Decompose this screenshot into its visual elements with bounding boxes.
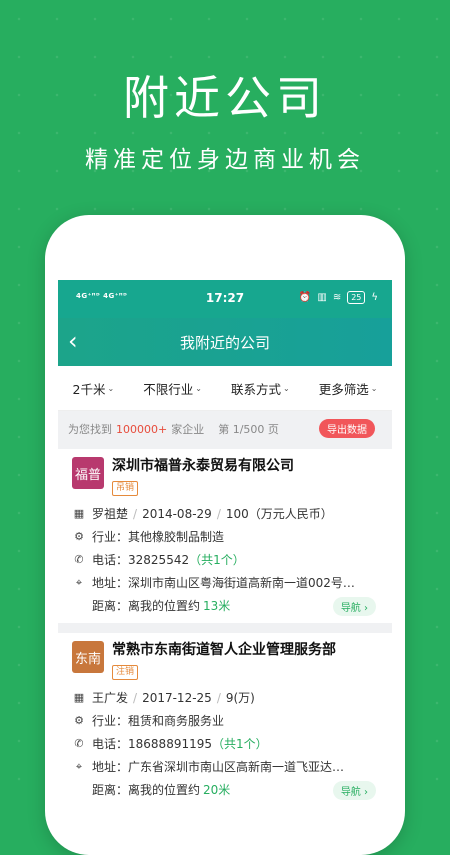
phone-value[interactable]: 18688891195 <box>128 737 212 751</box>
company-distance: 距离： 离我的位置约 13米 导航 › <box>72 594 378 617</box>
company-header: 福普 深圳市福普永泰贸易有限公司 吊销 <box>72 457 378 496</box>
company-address: ⌖ 地址： 深圳市南山区粤海街道高新南一道002号… <box>72 571 378 594</box>
industry-label: 行业： <box>92 530 129 544</box>
distance-text: 离我的位置约 <box>128 783 201 797</box>
filter-industry[interactable]: 不限行业 ⌄ <box>143 379 202 398</box>
vibrate-icon: ▥ <box>317 292 327 303</box>
filter-more[interactable]: 更多筛选 ⌄ <box>319 379 378 398</box>
result-summary: 为您找到 100000+ 家企业 第 1/500 页 导出数据 <box>58 411 392 447</box>
phone-label: 电话： <box>92 737 129 751</box>
alarm-icon: ⏰ <box>298 292 312 303</box>
phone-screen: 4G⁺ᴴᴰ 4G⁺ᴴᴰ 17:27 ⏰ ▥ ≋ 25 ϟ ‹ 我附近的公司 2千… <box>58 280 392 800</box>
distance-label: 距离： <box>92 599 129 613</box>
company-industry: ⚙ 行业： 其他橡胶制品制造 <box>72 525 378 548</box>
company-basic-info: ▦ 王广发 / 2017-12-25 / 9(万) <box>72 686 378 709</box>
phone-label: 电话： <box>92 553 129 567</box>
chevron-down-icon: ⌄ <box>283 383 290 393</box>
result-count: 100000+ <box>116 422 168 436</box>
building-person-icon: ▦ <box>73 507 85 520</box>
company-logo: 东南 <box>72 641 104 673</box>
status-badge: 吊销 <box>112 481 139 496</box>
distance-value: 13米 <box>203 599 231 613</box>
company-header: 东南 常熟市东南街道智人企业管理服务部 注销 <box>72 641 378 680</box>
legal-person: 王广发 <box>92 691 129 705</box>
status-icons: ⏰ ▥ ≋ 25 ϟ <box>299 291 378 304</box>
filter-label: 不限行业 <box>143 381 194 397</box>
address-value: 广东省深圳市南山区高新南一道飞亚达… <box>128 760 345 774</box>
address-label: 地址： <box>92 760 129 774</box>
filter-bar: 2千米 ⌄ 不限行业 ⌄ 联系方式 ⌄ 更多筛选 ⌄ <box>58 366 392 411</box>
divider: / <box>133 506 138 521</box>
company-card[interactable]: 东南 常熟市东南街道智人企业管理服务部 注销 ▦ 王广发 / 2017-12-2… <box>58 633 392 800</box>
founded-date: 2014-08-29 <box>142 506 212 521</box>
export-data-button[interactable]: 导出数据 <box>319 419 375 438</box>
filter-contact[interactable]: 联系方式 ⌄ <box>231 379 290 398</box>
promo-title: 附近公司 <box>123 71 327 125</box>
phone-value[interactable]: 32825542 <box>128 553 189 567</box>
page-indicator: 第 1/500 页 <box>218 423 279 436</box>
location-pin-icon: ⌖ <box>75 575 83 589</box>
location-pin-icon: ⌖ <box>75 759 83 773</box>
status-bar: 4G⁺ᴴᴰ 4G⁺ᴴᴰ 17:27 ⏰ ▥ ≋ 25 ϟ <box>58 280 392 318</box>
battery-icon: 25 <box>347 291 366 304</box>
promo-subtitle: 精准定位身边商业机会 <box>85 147 365 173</box>
building-person-icon: ▦ <box>73 691 85 704</box>
legal-person: 罗祖楚 <box>92 507 129 521</box>
filter-label: 更多筛选 <box>318 381 369 397</box>
chevron-down-icon: ⌄ <box>195 383 202 393</box>
address-value: 深圳市南山区粤海街道高新南一道002号… <box>128 576 355 590</box>
filter-distance[interactable]: 2千米 ⌄ <box>73 379 115 398</box>
distance-value: 20米 <box>203 783 231 797</box>
status-badge: 注销 <box>112 665 139 680</box>
company-basic-info: ▦ 罗祖楚 / 2014-08-29 / 100（万元人民币） <box>72 502 378 525</box>
gear-icon: ⚙ <box>74 530 84 543</box>
company-distance: 距离： 离我的位置约 20米 导航 › <box>72 778 378 800</box>
distance-label: 距离： <box>92 783 129 797</box>
industry-label: 行业： <box>92 714 129 728</box>
divider: / <box>216 690 221 705</box>
registered-capital: 9(万) <box>225 691 255 705</box>
page-title: 我附近的公司 <box>179 334 270 352</box>
navigate-button[interactable]: 导航 › <box>332 597 376 616</box>
company-phone[interactable]: ✆ 电话： 18688891195 （共1个） <box>72 732 378 755</box>
registered-capital: 100（万元人民币） <box>225 507 333 521</box>
divider: / <box>216 506 221 521</box>
founded-date: 2017-12-25 <box>142 690 212 705</box>
chevron-down-icon: ⌄ <box>370 383 378 393</box>
filter-label: 2千米 <box>72 381 106 397</box>
industry-value: 其他橡胶制品制造 <box>128 530 225 544</box>
company-logo: 福普 <box>72 457 104 489</box>
divider: / <box>133 690 138 705</box>
phone-count[interactable]: （共1个） <box>189 551 245 568</box>
charging-icon: ϟ <box>371 292 378 303</box>
company-name[interactable]: 常熟市东南街道智人企业管理服务部 <box>112 641 336 659</box>
address-label: 地址： <box>92 576 129 590</box>
result-prefix: 为您找到 <box>68 423 112 436</box>
phone-count[interactable]: （共1个） <box>212 735 268 752</box>
company-address: ⌖ 地址： 广东省深圳市南山区高新南一道飞亚达… <box>72 755 378 778</box>
company-name[interactable]: 深圳市福普永泰贸易有限公司 <box>112 457 294 475</box>
chevron-down-icon: ⌄ <box>107 383 115 393</box>
nav-bar: ‹ 我附近的公司 <box>58 318 392 366</box>
distance-text: 离我的位置约 <box>128 599 201 613</box>
phone-icon: ✆ <box>74 737 84 750</box>
result-suffix: 家企业 <box>171 423 205 436</box>
industry-value: 租赁和商务服务业 <box>128 714 225 728</box>
navigate-button[interactable]: 导航 › <box>332 781 376 800</box>
phone-icon: ✆ <box>74 553 84 566</box>
company-card[interactable]: 福普 深圳市福普永泰贸易有限公司 吊销 ▦ 罗祖楚 / 2014-08-29 /… <box>58 449 392 623</box>
gear-icon: ⚙ <box>74 714 84 727</box>
wifi-icon: ≋ <box>332 292 342 303</box>
filter-label: 联系方式 <box>230 381 281 397</box>
company-phone[interactable]: ✆ 电话： 32825542 （共1个） <box>72 548 378 571</box>
company-industry: ⚙ 行业： 租赁和商务服务业 <box>72 709 378 732</box>
